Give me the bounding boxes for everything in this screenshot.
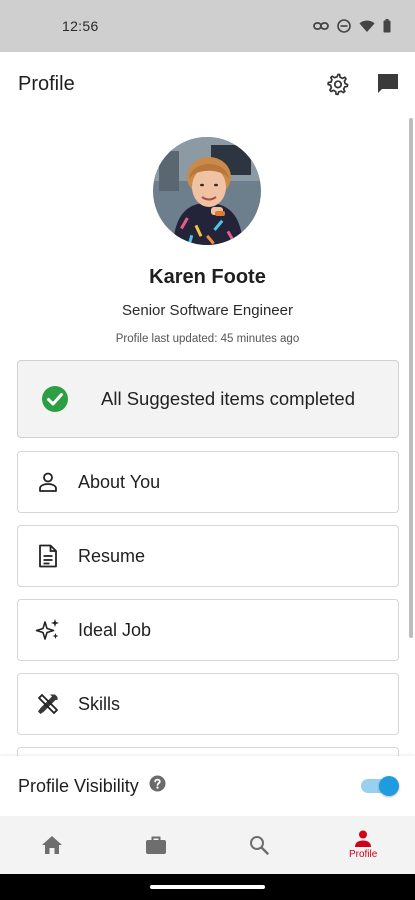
briefcase-icon	[145, 836, 166, 854]
nav-home[interactable]	[0, 816, 104, 874]
chat-icon	[378, 74, 398, 93]
home-icon	[41, 836, 62, 854]
link-icon	[313, 21, 329, 31]
settings-button[interactable]	[325, 71, 351, 97]
do-not-disturb-icon	[337, 19, 351, 33]
page-title: Profile	[18, 72, 75, 95]
nav-profile[interactable]: Profile	[311, 816, 415, 874]
gear-icon	[327, 73, 349, 96]
check-circle-icon	[18, 385, 92, 413]
scrollbar[interactable]	[409, 118, 413, 638]
sparkle-icon	[18, 618, 78, 642]
toggle-thumb	[379, 776, 399, 796]
skills-card[interactable]: Skills	[17, 673, 399, 735]
status-bar: 12:56	[0, 0, 415, 52]
nav-search[interactable]	[208, 816, 312, 874]
app-actions	[325, 71, 401, 97]
profile-job-title: Senior Software Engineer	[122, 302, 293, 319]
tools-icon	[18, 692, 78, 716]
profile-visibility-label: Profile Visibility	[18, 775, 139, 796]
document-icon	[18, 544, 78, 568]
ideal-job-card[interactable]: Ideal Job	[17, 599, 399, 661]
person-icon	[18, 471, 78, 493]
nav-profile-label: Profile	[348, 849, 378, 860]
system-gesture-bar	[0, 874, 415, 900]
wifi-icon	[359, 20, 375, 33]
about-you-card[interactable]: About You	[17, 451, 399, 513]
profile-visibility-group: Profile Visibility	[18, 775, 166, 797]
person-icon	[355, 830, 372, 847]
messages-button[interactable]	[375, 71, 401, 97]
resume-card[interactable]: Resume	[17, 525, 399, 587]
status-icons	[313, 19, 391, 33]
avatar[interactable]	[153, 137, 261, 245]
profile-visibility-bar: Profile Visibility	[0, 756, 415, 816]
status-time: 12:56	[62, 18, 99, 34]
about-you-label: About You	[78, 471, 161, 492]
profile-photo	[153, 137, 261, 245]
app-bar: Profile	[0, 52, 415, 116]
battery-icon	[383, 19, 391, 33]
bottom-navigation: Profile	[0, 816, 415, 874]
resume-label: Resume	[78, 545, 146, 566]
profile-visibility-toggle[interactable]	[361, 776, 399, 796]
ideal-job-label: Ideal Job	[78, 619, 152, 640]
nav-jobs[interactable]	[104, 816, 208, 874]
help-icon[interactable]	[149, 775, 166, 797]
suggested-items-card[interactable]: All Suggested items completed	[17, 360, 399, 438]
profile-content[interactable]: Karen Foote Senior Software Engineer Pro…	[0, 116, 415, 756]
home-gesture-handle[interactable]	[150, 885, 265, 889]
skills-label: Skills	[78, 693, 121, 714]
profile-last-updated: Profile last updated: 45 minutes ago	[115, 333, 300, 345]
suggested-items-label: All Suggested items completed	[101, 388, 355, 409]
next-section-card[interactable]	[17, 747, 399, 756]
profile-name: Karen Foote	[149, 266, 266, 288]
search-icon	[250, 836, 270, 855]
